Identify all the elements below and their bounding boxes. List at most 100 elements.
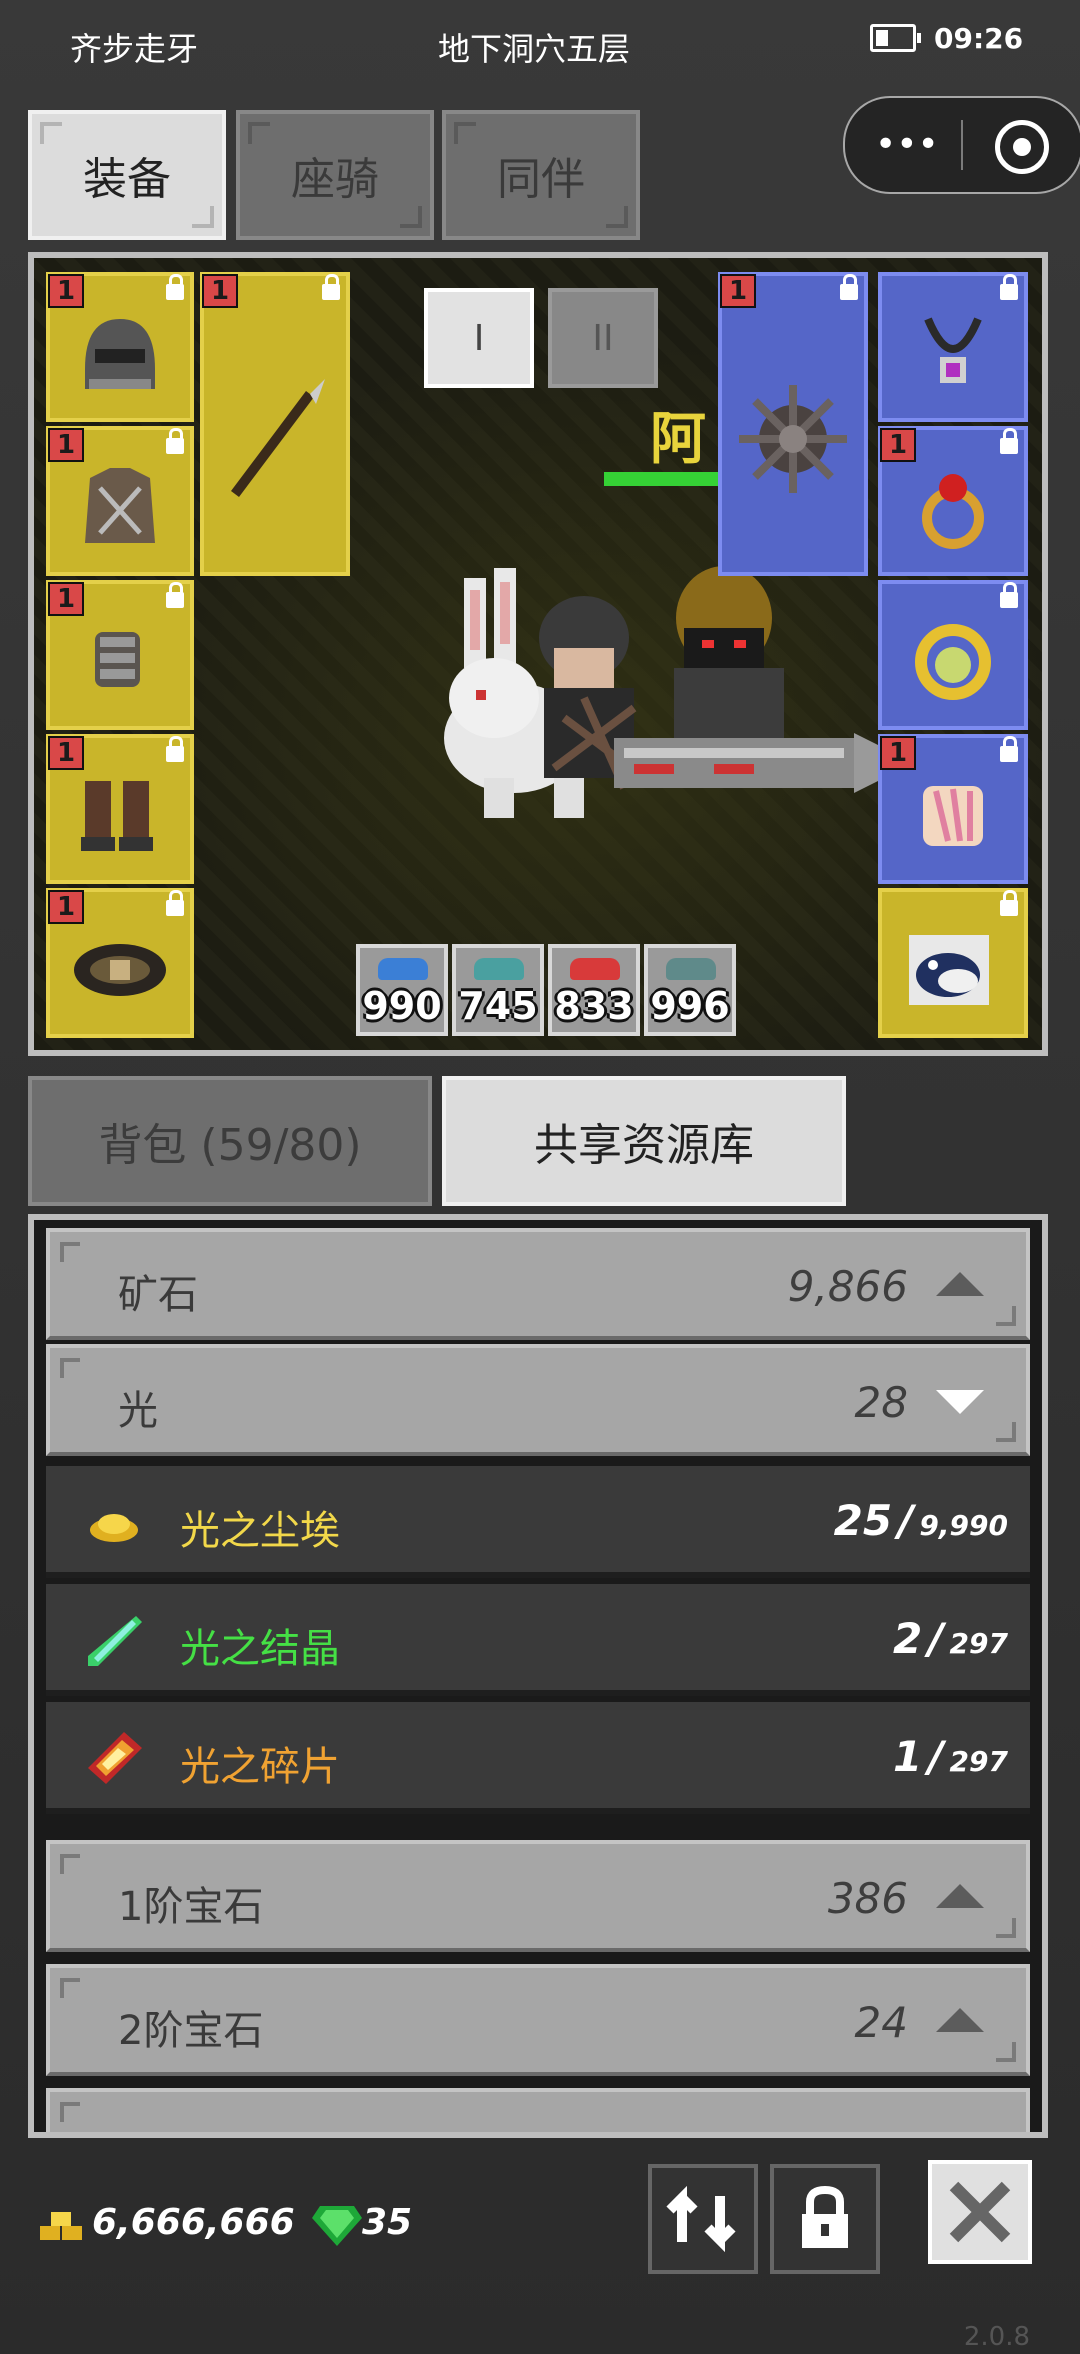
category-name: 1阶宝石 [118,1884,264,1930]
item-row-light-crystal[interactable]: 光之结晶 2/297 [46,1584,1030,1696]
category-name: 2阶宝石 [118,2008,264,2054]
tab-mount-label: 座骑 [291,154,379,205]
item-row-light-dust[interactable]: 光之尘埃 25/9,990 [46,1466,1030,1578]
necklace-slot[interactable] [878,272,1028,422]
category-row-ore[interactable]: 矿石 9,866 [46,1228,1030,1340]
ring-level-badge: 1 [880,428,916,462]
footer-bar: 6,666,666 35 2.0.8 [0,2150,1080,2354]
lock-icon [322,274,340,300]
wings-icon [923,786,983,847]
wings-level-badge: 1 [880,736,916,770]
resource-list: 矿石 9,866 光 28 光之尘埃 25/9,990 光之结晶 2/297 光… [28,1214,1048,2138]
belt-slot[interactable]: 1 [46,888,194,1038]
lock-icon [1000,274,1018,300]
close-miniprogram-icon[interactable] [995,120,1049,174]
lock-icon [1000,428,1018,454]
helmet-icon [85,319,155,390]
helmet-slot[interactable]: 1 [46,272,194,422]
category-row-partial[interactable] [46,2088,1030,2132]
close-button[interactable] [928,2160,1032,2264]
character-sprite [444,566,914,818]
belt-icon [74,944,166,997]
gold-ring-slot[interactable] [878,580,1028,730]
expand-arrow-icon [936,1390,984,1414]
stat-value-1: 990 [362,984,442,1028]
weapon-slot[interactable]: 1 [200,272,350,576]
stat-value-4: 996 [650,984,730,1028]
potion-red-icon [570,958,620,980]
gloves-level-badge: 1 [48,582,84,616]
tab-backpack[interactable]: 背包 (59/80) [28,1076,432,1206]
armor-slot[interactable]: 1 [46,426,194,576]
tab-shared-resources[interactable]: 共享资源库 [442,1076,846,1206]
potion-blue-icon [378,958,428,980]
stat-value-2: 745 [458,984,538,1028]
ring-slot[interactable]: 1 [878,426,1028,576]
item-name: 光之尘埃 [180,1508,340,1554]
item-row-light-shard[interactable]: 光之碎片 1/297 [46,1702,1030,1814]
category-row-gem-tier2[interactable]: 2阶宝石 24 [46,1964,1030,2076]
status-left-text: 齐步走牙 [70,30,199,68]
item-quantity: 2/297 [892,1614,1008,1663]
lock-icon [1000,890,1018,916]
collapse-arrow-icon [936,1272,984,1296]
miniprogram-capsule: ••• [843,96,1080,194]
boots-level-badge: 1 [48,736,84,770]
item-qty-max: 297 [949,1627,1008,1660]
item-name: 光之结晶 [180,1626,340,1672]
offhand-level-badge: 1 [720,274,756,308]
category-row-gem-tier1[interactable]: 1阶宝石 386 [46,1840,1030,1952]
stat-box-3: 833 [548,944,640,1036]
more-icon[interactable]: ••• [875,127,939,163]
tab-shared-resources-label: 共享资源库 [534,1120,754,1171]
boots-slot[interactable]: 1 [46,734,194,884]
tab-companion[interactable]: 同伴 [442,110,640,240]
lock-icon [166,582,184,608]
gloves-icon [95,632,140,688]
category-count: 386 [827,1874,908,1923]
tab-mount[interactable]: 座骑 [236,110,434,240]
gloves-slot[interactable]: 1 [46,580,194,730]
wings-slot[interactable]: 1 [878,734,1028,884]
version-label: 2.0.8 [963,2322,1030,2352]
spear-icon [231,378,325,497]
equip-page-2-label: II [592,317,614,359]
item-qty-current: 25 [833,1496,893,1545]
green-crystal-icon [88,1616,142,1666]
equip-page-1-tab[interactable]: I [424,288,534,388]
lock-icon [1000,582,1018,608]
stat-value-3: 833 [554,984,634,1028]
lock-icon [166,736,184,762]
sort-button[interactable] [648,2164,758,2274]
lock-icon [840,274,858,300]
battery-icon [870,24,921,52]
pet-slot[interactable] [878,888,1028,1038]
collapse-arrow-icon [936,2008,984,2032]
location-title: 地下洞穴五层 [438,30,631,68]
armor-level-badge: 1 [48,428,84,462]
item-qty-max: 9,990 [919,1509,1008,1542]
gold-dust-icon [90,1514,138,1542]
gold-amount: 6,666,666 [92,2202,295,2243]
potion-gray-icon [666,958,716,980]
offhand-slot[interactable]: 1 [718,272,868,576]
stat-box-4: 996 [644,944,736,1036]
stat-box-2: 745 [452,944,544,1036]
equip-page-2-tab[interactable]: II [548,288,658,388]
equip-page-1-label: I [473,317,485,359]
item-qty-current: 1 [892,1732,923,1781]
belt-level-badge: 1 [48,890,84,924]
lock-button[interactable] [770,2164,880,2274]
stat-box-1: 990 [356,944,448,1036]
ruby-ring-icon [922,474,984,550]
tab-companion-label: 同伴 [497,154,585,205]
padlock-icon [802,2185,848,2248]
category-name: 光 [118,1388,158,1434]
necklace-icon [924,317,982,384]
category-count: 28 [854,1378,908,1427]
lock-icon [166,890,184,916]
category-row-light[interactable]: 光 28 [46,1344,1030,1456]
tab-equipment[interactable]: 装备 [28,110,226,240]
category-count: 9,866 [787,1262,908,1311]
armor-icon [85,468,155,544]
